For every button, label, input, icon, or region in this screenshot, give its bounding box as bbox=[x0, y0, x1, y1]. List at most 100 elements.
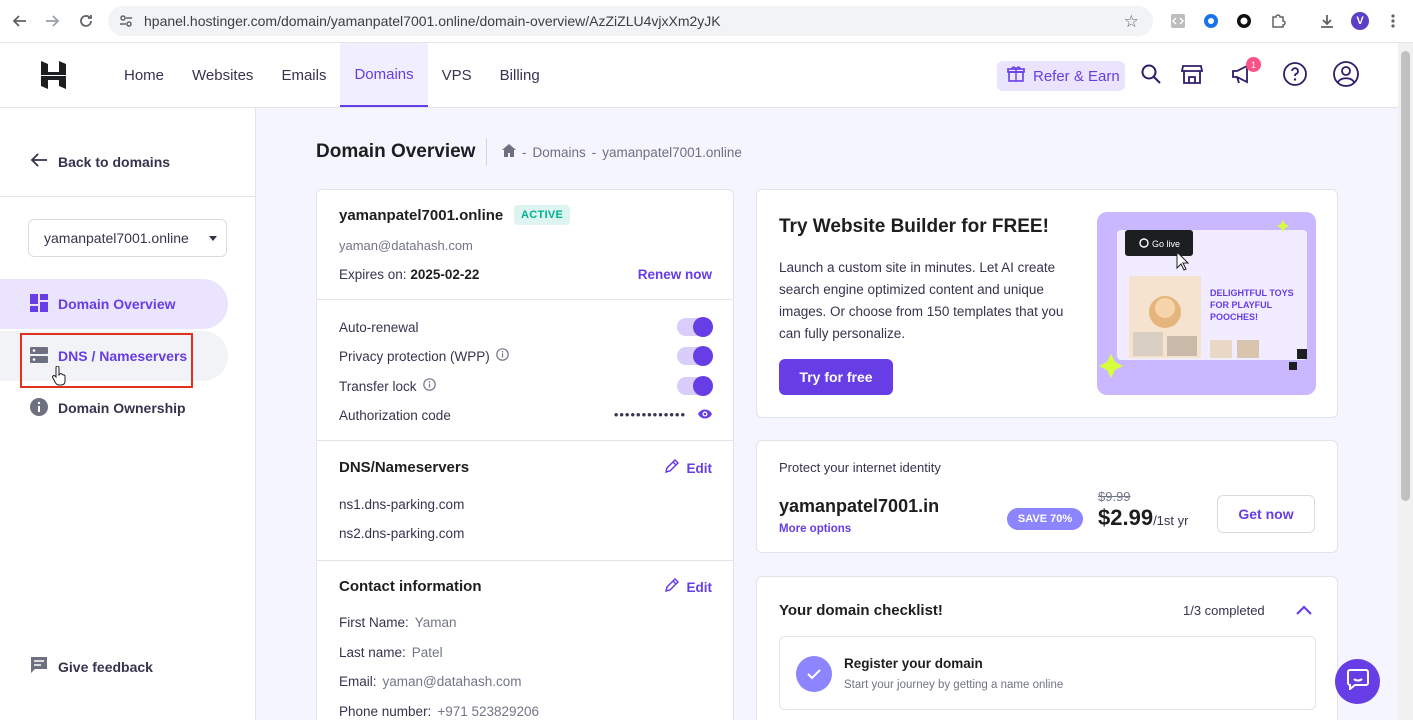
transfer-lock-row: Transfer lock bbox=[339, 376, 713, 396]
checklist-item[interactable]: Register your domain Start your journey … bbox=[779, 636, 1316, 710]
setting-label: Auto-renewal bbox=[339, 319, 419, 335]
feedback-icon bbox=[30, 656, 48, 677]
sidebar: Back to domains yamanpatel7001.online Do… bbox=[0, 108, 256, 720]
scrollbar-thumb[interactable] bbox=[1401, 51, 1410, 501]
contact-email: Email: yaman@datahash.com bbox=[339, 674, 522, 689]
nav-emails[interactable]: Emails bbox=[267, 43, 340, 107]
dark-extension-icon[interactable] bbox=[1234, 11, 1254, 31]
url-text: hpanel.hostinger.com/domain/yamanpatel70… bbox=[144, 13, 721, 29]
privacy-protection-row: Privacy protection (WPP) bbox=[339, 346, 713, 366]
breadcrumb-separator: - bbox=[591, 144, 597, 160]
back-label: Back to domains bbox=[58, 153, 171, 170]
eye-icon[interactable] bbox=[697, 408, 713, 423]
blue-extension-icon[interactable] bbox=[1201, 11, 1221, 31]
refer-earn-button[interactable]: Refer & Earn bbox=[997, 61, 1125, 91]
contact-label: First Name: bbox=[339, 615, 409, 630]
sidebar-item-domain-ownership[interactable]: Domain Ownership bbox=[0, 383, 228, 433]
info-circle-icon[interactable] bbox=[495, 348, 509, 364]
profile-avatar[interactable]: V bbox=[1350, 11, 1370, 31]
builder-title: Try Website Builder for FREE! bbox=[779, 216, 1049, 237]
check-icon bbox=[796, 656, 832, 692]
get-now-button[interactable]: Get now bbox=[1217, 495, 1315, 533]
nameserver-item: ns2.dns-parking.com bbox=[339, 526, 465, 541]
nav-domains[interactable]: Domains bbox=[340, 43, 428, 107]
address-bar[interactable]: hpanel.hostinger.com/domain/yamanpatel70… bbox=[108, 6, 1153, 36]
back-to-domains-link[interactable]: Back to domains bbox=[30, 152, 170, 171]
site-settings-icon[interactable] bbox=[119, 14, 133, 31]
give-feedback-link[interactable]: Give feedback bbox=[30, 656, 153, 677]
top-nav: Home Websites Emails Domains VPS Billing bbox=[110, 43, 554, 107]
sidebar-item-domain-overview[interactable]: Domain Overview bbox=[0, 279, 228, 329]
notification-badge: 1 bbox=[1246, 57, 1261, 72]
more-options-link[interactable]: More options bbox=[779, 523, 851, 535]
page-title: Domain Overview bbox=[316, 141, 476, 162]
announcement-icon[interactable]: 1 bbox=[1229, 57, 1261, 87]
divider bbox=[0, 196, 256, 197]
chat-icon bbox=[1346, 668, 1369, 695]
download-icon[interactable] bbox=[1317, 11, 1337, 31]
domain-selector[interactable]: yamanpatel7001.online bbox=[28, 219, 227, 257]
forward-arrow-icon[interactable] bbox=[42, 11, 62, 31]
chat-support-button[interactable] bbox=[1335, 659, 1380, 704]
hostinger-logo-icon[interactable] bbox=[40, 60, 67, 95]
edit-label: Edit bbox=[686, 579, 713, 595]
auto-renewal-toggle[interactable] bbox=[677, 317, 713, 337]
website-builder-illustration: Go live DELIGHTFUL TOYS FOR PLAYFUL POOC… bbox=[1097, 212, 1316, 395]
builder-description: Launch a custom site in minutes. Let AI … bbox=[779, 260, 1064, 341]
account-email: yaman@datahash.com bbox=[339, 238, 473, 253]
search-icon[interactable] bbox=[1138, 61, 1164, 87]
puzzle-extensions-icon[interactable] bbox=[1268, 11, 1288, 31]
breadcrumb-current: yamanpatel7001.online bbox=[602, 144, 742, 160]
contact-last-name: Last name: Patel bbox=[339, 645, 443, 660]
info-circle-icon[interactable] bbox=[422, 378, 436, 394]
try-for-free-button[interactable]: Try for free bbox=[779, 359, 893, 395]
feedback-label: Give feedback bbox=[58, 658, 153, 675]
contact-first-name: First Name: Yaman bbox=[339, 615, 457, 630]
nav-home[interactable]: Home bbox=[110, 43, 178, 107]
hand-cursor-icon bbox=[52, 365, 66, 391]
nav-vps[interactable]: VPS bbox=[428, 43, 486, 107]
store-icon[interactable] bbox=[1179, 61, 1205, 87]
go-live-text: Go live bbox=[1152, 239, 1180, 249]
pencil-icon bbox=[664, 458, 679, 477]
selected-domain: yamanpatel7001.online bbox=[44, 230, 189, 246]
breadcrumb-domains[interactable]: Domains bbox=[533, 145, 586, 160]
browser-menu-icon[interactable] bbox=[1383, 11, 1403, 31]
caret-down-icon bbox=[209, 236, 217, 241]
transfer-lock-toggle[interactable] bbox=[677, 376, 713, 396]
nav-billing[interactable]: Billing bbox=[486, 43, 554, 107]
account-icon[interactable] bbox=[1333, 61, 1359, 87]
renew-now-link[interactable]: Renew now bbox=[638, 267, 712, 282]
checklist-progress: 1/3 completed bbox=[1183, 603, 1265, 618]
home-icon[interactable] bbox=[502, 144, 516, 160]
discount-badge: SAVE 70% bbox=[1007, 508, 1083, 530]
contact-label: Last name: bbox=[339, 645, 406, 660]
divider bbox=[486, 138, 487, 166]
chevron-up-icon[interactable] bbox=[1295, 603, 1313, 621]
website-builder-card: Try Website Builder for FREE! Launch a c… bbox=[756, 189, 1338, 418]
domain-checklist-card: Your domain checklist! 1/3 completed Reg… bbox=[756, 576, 1338, 720]
refer-label: Refer & Earn bbox=[1033, 67, 1120, 85]
checklist-item-title: Register your domain bbox=[844, 656, 983, 671]
edit-dns-button[interactable]: Edit bbox=[664, 458, 712, 477]
contact-value: +971 523829206 bbox=[437, 704, 540, 719]
help-icon[interactable] bbox=[1282, 61, 1308, 87]
reload-icon[interactable] bbox=[76, 11, 96, 31]
auto-renewal-row: Auto-renewal bbox=[339, 317, 713, 337]
code-extension-icon[interactable] bbox=[1168, 11, 1188, 31]
dns-section-title: DNS/Nameservers bbox=[339, 459, 470, 476]
annotation-highlight-box bbox=[20, 333, 193, 388]
sidebar-item-label: Domain Overview bbox=[58, 296, 176, 312]
authorization-code-row: Authorization code ••••••••••••• bbox=[339, 405, 713, 425]
gift-icon bbox=[1007, 65, 1025, 87]
page-scrollbar[interactable] bbox=[1398, 43, 1413, 720]
breadcrumb: - Domains - yamanpatel7001.online bbox=[502, 144, 742, 160]
contact-label: Email: bbox=[339, 674, 377, 689]
offer-domain-name: yamanpatel7001.in bbox=[779, 496, 940, 516]
privacy-protection-toggle[interactable] bbox=[677, 346, 713, 366]
bookmark-star-icon[interactable]: ☆ bbox=[1124, 12, 1139, 32]
nav-websites[interactable]: Websites bbox=[178, 43, 267, 107]
checklist-item-subtitle: Start your journey by getting a name onl… bbox=[844, 679, 1064, 691]
back-arrow-icon[interactable] bbox=[10, 11, 30, 31]
edit-contact-button[interactable]: Edit bbox=[664, 577, 713, 596]
